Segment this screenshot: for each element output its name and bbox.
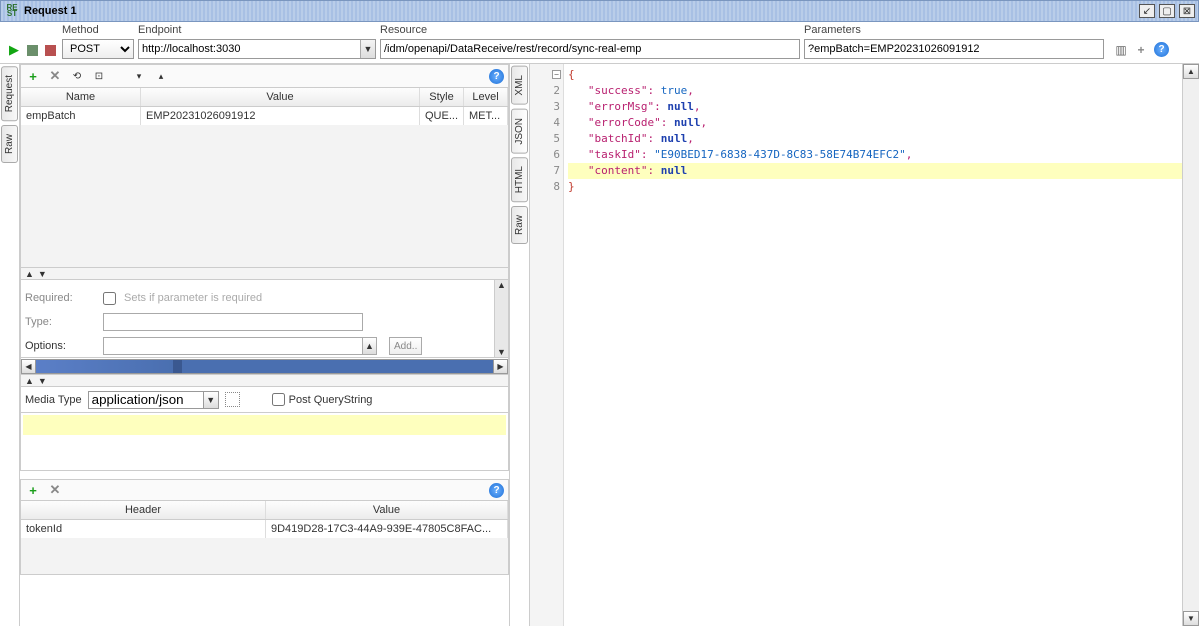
post-querystring-checkbox[interactable] <box>272 393 285 406</box>
col-level[interactable]: Level <box>464 88 508 106</box>
window-title: Request 1 <box>24 5 1139 17</box>
method-label: Method <box>62 24 134 36</box>
resource-label: Resource <box>380 24 800 36</box>
scroll-left-icon[interactable]: ◀ <box>21 359 36 374</box>
property-hscroll[interactable]: ◀ ▶ <box>20 358 509 375</box>
param-level-cell: MET... <box>464 107 508 125</box>
required-label: Required: <box>25 292 95 304</box>
response-scrollbar[interactable]: ▲ ▼ <box>1182 64 1199 626</box>
headers-toolbar: + ✕ ? <box>20 479 509 501</box>
header-value-cell: 9D419D28-17C3-44A9-939E-47805C8FAC... <box>266 520 508 538</box>
param-value-cell: EMP20231026091912 <box>141 107 420 125</box>
media-type-input[interactable] <box>88 391 204 409</box>
remove-header-button[interactable]: ✕ <box>47 482 63 498</box>
filter-icon[interactable]: ▥ <box>1114 43 1128 57</box>
minimize-icon[interactable]: ↙ <box>1139 4 1155 18</box>
request-body[interactable] <box>20 413 509 471</box>
type-label: Type: <box>25 316 95 328</box>
required-checkbox[interactable] <box>103 292 116 305</box>
run-button[interactable]: ▶ <box>6 42 22 58</box>
prop-nav: ▲▼ <box>20 375 509 387</box>
params-help-icon[interactable]: ? <box>489 69 504 84</box>
line-gutter: 1− 2345678 <box>530 64 564 626</box>
down-icon[interactable]: ▼ <box>38 269 47 279</box>
options-dropdown-icon[interactable]: ▲ <box>363 337 377 355</box>
headers-help-icon[interactable]: ? <box>489 483 504 498</box>
tab-request[interactable]: Request <box>1 66 18 121</box>
col-name[interactable]: Name <box>21 88 141 106</box>
col-header[interactable]: Header <box>21 501 266 519</box>
param-nav: ▲▼ <box>20 268 509 280</box>
col-header-value[interactable]: Value <box>266 501 508 519</box>
sort-params-icon[interactable]: ⟲ <box>69 68 85 84</box>
scroll-up-icon[interactable]: ▲ <box>1183 64 1199 79</box>
required-desc: Sets if parameter is required <box>124 292 262 304</box>
scroll-down-icon[interactable]: ▼ <box>1183 611 1199 626</box>
tab-xml[interactable]: XML <box>511 66 528 105</box>
param-style-cell: QUE... <box>420 107 464 125</box>
param-properties: Required: Sets if parameter is required … <box>20 280 509 358</box>
collapse-icon[interactable]: ▴ <box>153 68 169 84</box>
media-type-label: Media Type <box>25 394 82 406</box>
table-row[interactable]: tokenId 9D419D28-17C3-44A9-939E-47805C8F… <box>21 520 508 538</box>
endpoint-label: Endpoint <box>138 24 376 36</box>
type-input[interactable] <box>103 313 363 331</box>
remove-param-button[interactable]: ✕ <box>47 68 63 84</box>
up-icon[interactable]: ▲ <box>25 269 34 279</box>
add-option-button[interactable]: Add.. <box>389 337 422 355</box>
header-name-cell: tokenId <box>21 520 266 538</box>
media-options-icon[interactable] <box>225 392 240 407</box>
stop-button[interactable] <box>42 42 58 58</box>
col-value[interactable]: Value <box>141 88 420 106</box>
add-header-button[interactable]: + <box>25 482 41 498</box>
params-toolbar: + ✕ ⟲ ⊡ ▾ ▴ ? <box>20 64 509 88</box>
param-name-cell: empBatch <box>21 107 141 125</box>
tab-raw-response[interactable]: Raw <box>511 206 528 244</box>
method-select[interactable]: POST <box>62 39 134 59</box>
expand-icon[interactable]: ▾ <box>131 68 147 84</box>
table-row[interactable]: empBatch EMP20231026091912 QUE... MET... <box>21 107 508 125</box>
endpoint-dropdown-icon[interactable]: ▼ <box>360 40 375 58</box>
run-all-button[interactable] <box>24 42 40 58</box>
tab-html[interactable]: HTML <box>511 157 528 202</box>
parameters-label: Parameters <box>804 24 1104 36</box>
scroll-right-icon[interactable]: ▶ <box>493 359 508 374</box>
endpoint-input[interactable] <box>138 39 376 59</box>
rest-icon: REST <box>4 4 20 18</box>
options-input[interactable] <box>103 337 363 355</box>
help-icon[interactable]: ? <box>1154 42 1169 57</box>
headers-table: Header Value tokenId 9D419D28-17C3-44A9-… <box>20 501 509 575</box>
col-style[interactable]: Style <box>420 88 464 106</box>
tab-json[interactable]: JSON <box>511 109 528 154</box>
add-icon[interactable]: + <box>1134 43 1148 57</box>
close-icon[interactable]: ⊠ <box>1179 4 1195 18</box>
request-bar: ▶ Method POST Endpoint ▼ Resource Parame… <box>0 22 1199 64</box>
down-icon[interactable]: ▼ <box>38 376 47 386</box>
property-scrollbar[interactable]: ▲▼ <box>494 280 508 357</box>
revert-params-icon[interactable]: ⊡ <box>91 68 107 84</box>
post-querystring-label: Post QueryString <box>289 394 373 406</box>
titlebar: REST Request 1 ↙ ▢ ⊠ <box>0 0 1199 22</box>
options-label: Options: <box>25 340 95 352</box>
params-table: Name Value Style Level empBatch EMP20231… <box>20 88 509 268</box>
add-param-button[interactable]: + <box>25 68 41 84</box>
response-viewer[interactable]: 1− 2345678 { "success": true, "errorMsg"… <box>530 64 1182 626</box>
media-type-dropdown-icon[interactable]: ▼ <box>204 391 219 409</box>
media-type-row: Media Type ▼ Post QueryString <box>20 387 509 413</box>
resource-input[interactable] <box>380 39 800 59</box>
tab-raw-request[interactable]: Raw <box>1 125 18 163</box>
fold-icon[interactable]: − <box>552 70 561 79</box>
maximize-icon[interactable]: ▢ <box>1159 4 1175 18</box>
up-icon[interactable]: ▲ <box>25 376 34 386</box>
parameters-input[interactable] <box>804 39 1104 59</box>
code-lines: { "success": true, "errorMsg": null, "er… <box>568 64 1182 195</box>
